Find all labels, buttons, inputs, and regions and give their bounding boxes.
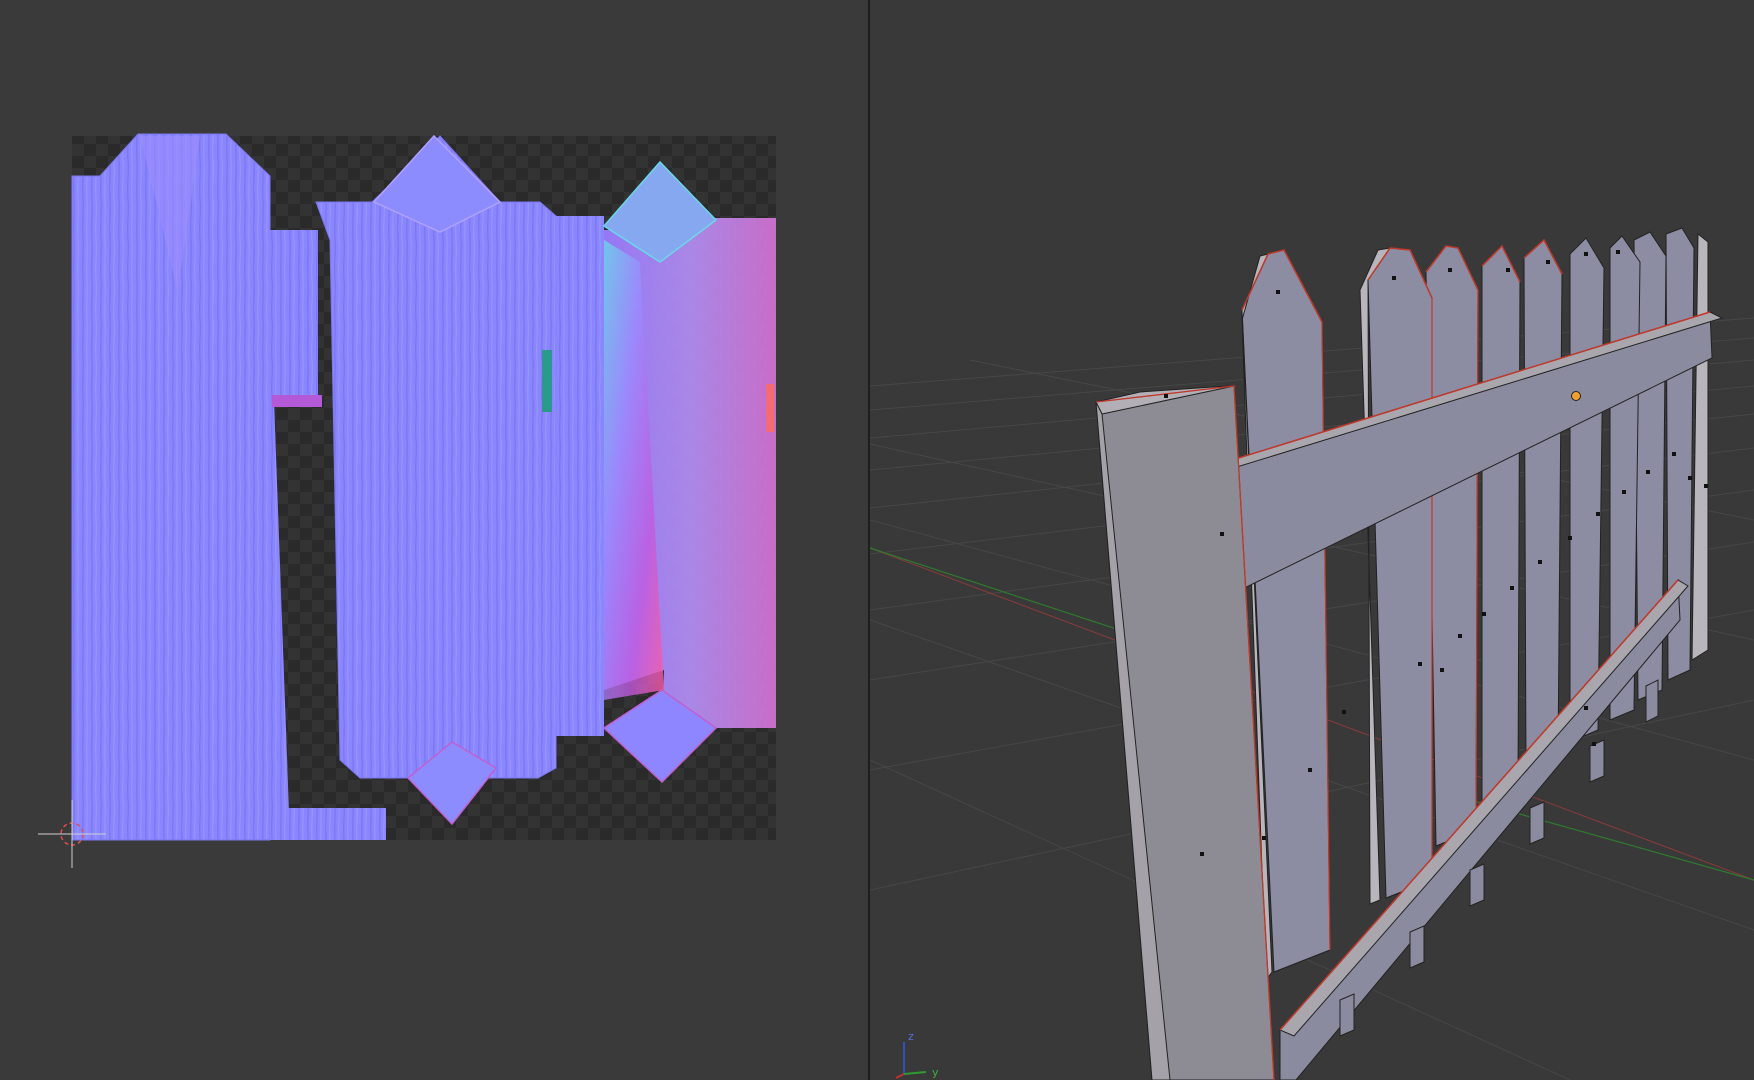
- picket-fence-mesh[interactable]: [1095, 227, 1724, 1080]
- uv-island-bottom-tab[interactable]: [288, 808, 386, 840]
- axis-y-label: y: [932, 1066, 939, 1079]
- uv-canvas[interactable]: [0, 0, 868, 1080]
- viewport-canvas[interactable]: z y: [870, 0, 1754, 1080]
- origin-dot-icon[interactable]: [1571, 391, 1581, 401]
- axis-z-label: z: [908, 1030, 914, 1043]
- uv-island-rail-board[interactable]: [315, 135, 557, 779]
- 3d-viewport[interactable]: z y: [870, 0, 1754, 1080]
- y-axis-line: [870, 547, 1151, 641]
- uv-texture-edge-mark: [766, 384, 774, 432]
- axis-gizmo[interactable]: z y: [895, 1030, 939, 1079]
- uv-texture-mark: [542, 350, 552, 412]
- uv-image-editor[interactable]: [0, 0, 868, 1080]
- uv-island-edge-detail: [272, 395, 322, 407]
- uv-island-post[interactable]: [556, 216, 604, 736]
